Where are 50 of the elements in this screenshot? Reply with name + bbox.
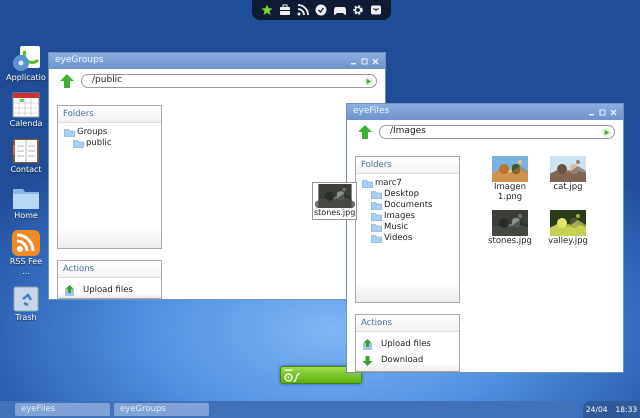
rss-feed-icon[interactable]: [10, 229, 41, 257]
maximize-icon[interactable]: [361, 58, 368, 64]
folder-name[interactable]: Documents: [384, 199, 432, 212]
action-item[interactable]: Download: [356, 352, 459, 368]
path-field[interactable]: /public: [81, 74, 377, 88]
close-icon[interactable]: [372, 58, 379, 64]
applications-icon[interactable]: [10, 45, 41, 73]
folder-name[interactable]: marc7: [375, 177, 402, 190]
icon-label[interactable]: Applicatio: [6, 73, 46, 83]
up-arrow-icon[interactable]: [357, 124, 373, 140]
action-item[interactable]: Upload files: [58, 282, 161, 298]
action-item[interactable]: Upload files: [356, 336, 459, 352]
icon-label[interactable]: ...: [22, 267, 30, 277]
icon-label[interactable]: Calenda: [10, 119, 42, 129]
file-item[interactable]: stones.jpg: [488, 210, 532, 246]
window-title: eyeGroups: [55, 54, 104, 68]
path-field[interactable]: /Images: [379, 125, 615, 139]
rss-icon[interactable]: [297, 4, 310, 16]
folder-name[interactable]: Groups: [77, 126, 108, 139]
folder-name[interactable]: Desktop: [384, 188, 420, 201]
download-icon: [362, 354, 373, 366]
calendar-icon[interactable]: [11, 91, 41, 119]
close-icon[interactable]: [610, 108, 617, 116]
gear-icon[interactable]: [352, 4, 364, 16]
gamepad-icon[interactable]: [334, 4, 346, 16]
icon-label[interactable]: Home: [14, 211, 38, 221]
folder-name[interactable]: public: [86, 137, 112, 150]
dragged-file[interactable]: stones.jpg: [312, 182, 358, 220]
folder-name[interactable]: Images: [384, 210, 416, 223]
go-button[interactable]: [363, 76, 374, 86]
address-book-icon[interactable]: [11, 137, 41, 165]
file-item[interactable]: cat.jpg: [546, 156, 590, 202]
folder-name[interactable]: Videos: [384, 232, 412, 245]
file-item[interactable]: Imagen 1.png: [488, 156, 532, 202]
up-arrow-icon[interactable]: [59, 73, 75, 89]
upload-icon: [362, 338, 373, 350]
file-item[interactable]: valley.jpg: [546, 210, 590, 246]
launcher-button[interactable]: [280, 366, 362, 384]
maximize-icon[interactable]: [599, 108, 606, 116]
icon-label[interactable]: RSS Fee: [10, 257, 42, 267]
icon-label[interactable]: Trash: [15, 313, 37, 323]
logo: [284, 368, 300, 382]
briefcase-icon[interactable]: [279, 4, 292, 16]
folder-name[interactable]: Music: [384, 221, 408, 234]
upload-icon: [64, 284, 75, 296]
window-title: eyeFiles: [353, 105, 390, 118]
star-icon[interactable]: [261, 4, 274, 16]
icon-label[interactable]: Contact: [10, 165, 42, 175]
inbox-icon[interactable]: [370, 4, 382, 16]
go-button[interactable]: [601, 126, 612, 138]
